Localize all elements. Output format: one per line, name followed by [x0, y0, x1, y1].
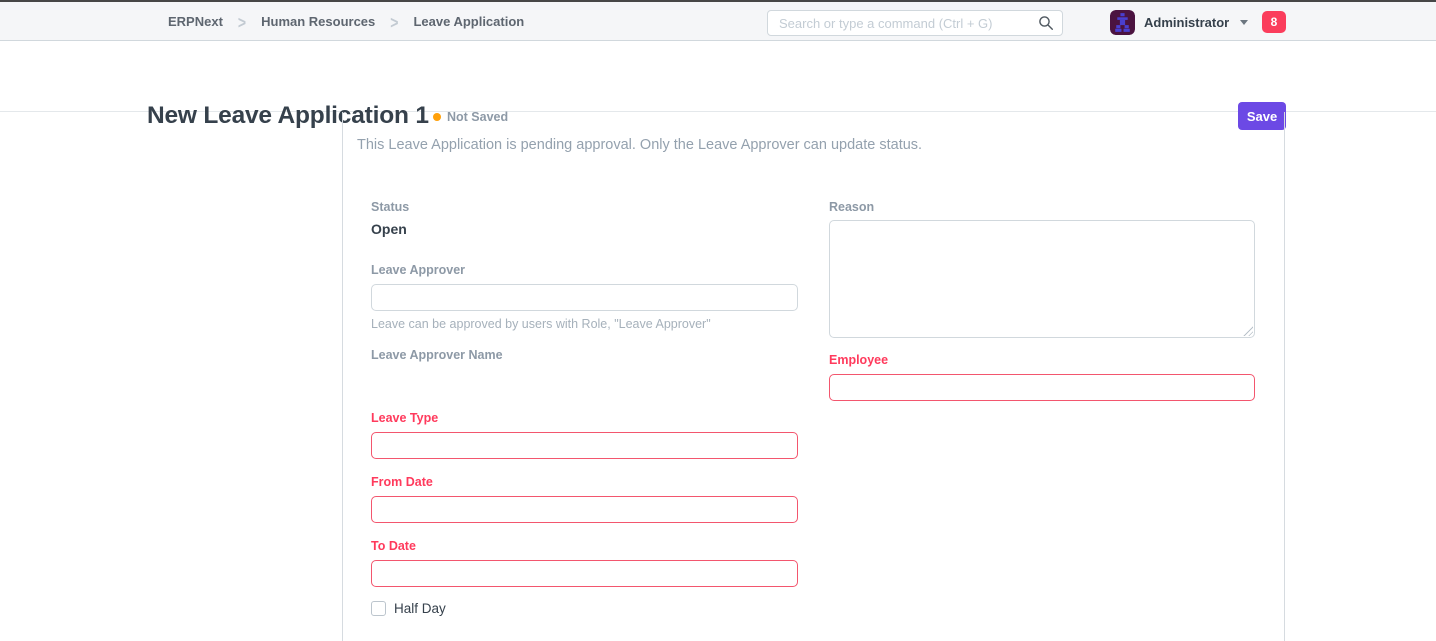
leave-approver-input[interactable] — [371, 284, 798, 311]
status-label: Status — [371, 200, 409, 214]
breadcrumb-item-leave-application[interactable]: Leave Application — [413, 14, 524, 29]
to-date-label: To Date — [371, 539, 416, 553]
from-date-input[interactable] — [371, 496, 798, 523]
search-input[interactable] — [767, 10, 1063, 36]
reason-textarea[interactable] — [829, 220, 1255, 338]
page-header: New Leave Application 1 Not Saved Save — [0, 42, 1436, 112]
half-day-field: Half Day — [371, 601, 446, 616]
leave-approver-label: Leave Approver — [371, 263, 465, 277]
pending-approval-notice: This Leave Application is pending approv… — [357, 137, 1257, 153]
from-date-label: From Date — [371, 475, 433, 489]
employee-input[interactable] — [829, 374, 1255, 401]
leave-type-input[interactable] — [371, 432, 798, 459]
breadcrumb: ERPNext > Human Resources > Leave Applic… — [168, 2, 524, 41]
breadcrumb-item-human-resources[interactable]: Human Resources — [261, 14, 375, 29]
page-title: New Leave Application 1 — [147, 102, 429, 130]
navbar: ERPNext > Human Resources > Leave Applic… — [0, 2, 1436, 41]
half-day-checkbox[interactable] — [371, 601, 386, 616]
form-right-border — [1284, 112, 1285, 641]
user-name: Administrator — [1144, 15, 1229, 30]
reason-field — [829, 220, 1255, 338]
not-saved-dot-icon — [433, 113, 441, 121]
breadcrumb-item-erpnext[interactable]: ERPNext — [168, 14, 223, 29]
avatar — [1110, 10, 1135, 35]
to-date-input[interactable] — [371, 560, 798, 587]
form-left-border — [342, 112, 343, 641]
save-button[interactable]: Save — [1238, 102, 1286, 130]
employee-label: Employee — [829, 353, 888, 367]
user-menu[interactable]: Administrator — [1110, 9, 1248, 35]
leave-type-label: Leave Type — [371, 411, 438, 425]
leave-approver-name-label: Leave Approver Name — [371, 348, 503, 362]
breadcrumb-separator-icon: > — [238, 12, 246, 32]
save-status-indicator: Not Saved — [433, 110, 508, 124]
status-value: Open — [371, 221, 407, 237]
chevron-down-icon — [1240, 20, 1248, 25]
reason-label: Reason — [829, 200, 874, 214]
notification-badge[interactable]: 8 — [1262, 11, 1286, 33]
erpnext-app: ERPNext > Human Resources > Leave Applic… — [0, 0, 1436, 641]
global-search — [767, 10, 1063, 36]
not-saved-label: Not Saved — [447, 110, 508, 124]
half-day-label: Half Day — [394, 601, 446, 616]
leave-approver-help: Leave can be approved by users with Role… — [371, 317, 711, 331]
breadcrumb-separator-icon: > — [390, 12, 398, 32]
search-icon — [1038, 15, 1054, 31]
